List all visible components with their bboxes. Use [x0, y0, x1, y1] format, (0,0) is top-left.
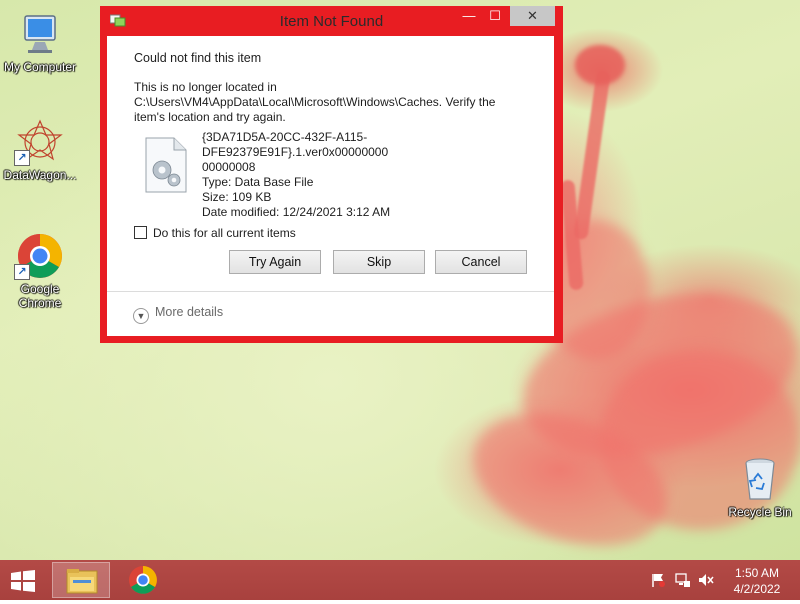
- file-date-modified: Date modified: 12/24/2021 3:12 AM: [202, 205, 391, 219]
- cancel-button[interactable]: Cancel: [435, 250, 527, 274]
- file-name: {3DA71D5A-20CC-432F-A115-DFE92379E91F}.1…: [202, 130, 389, 159]
- taskbar-clock[interactable]: 1:50 AM 4/2/2022: [722, 565, 792, 597]
- maximize-button[interactable]: ☐: [482, 6, 508, 26]
- file-size: Size: 109 KB: [202, 190, 272, 204]
- minimize-button[interactable]: —: [456, 6, 482, 26]
- more-details-label: More details: [155, 305, 224, 319]
- apply-all-checkbox[interactable]: [134, 226, 147, 239]
- dialog-heading: Could not find this item: [134, 51, 262, 65]
- clock-date: 4/2/2022: [733, 582, 781, 596]
- item-not-found-dialog: Item Not Found — ☐ ✕ Could not find this…: [100, 6, 563, 343]
- message-line: C:\Users\VM4\AppData\Local\Microsoft\Win…: [134, 95, 496, 109]
- desktop-icon-my-computer[interactable]: My Computer: [0, 10, 80, 74]
- taskbar-google-chrome[interactable]: [114, 562, 172, 598]
- message-line: This is no longer located in: [134, 80, 277, 94]
- desktop-icon-label: Google Chrome: [18, 282, 62, 310]
- network-icon[interactable]: [675, 572, 691, 588]
- start-button[interactable]: [8, 570, 38, 592]
- dialog-message: This is no longer located in C:\Users\VM…: [134, 80, 534, 125]
- datawagon-app-icon: ↗: [14, 118, 64, 166]
- apply-all-label: Do this for all current items: [153, 226, 296, 240]
- file-info: {3DA71D5A-20CC-432F-A115-DFE92379E91F}.1…: [202, 130, 542, 220]
- volume-muted-icon[interactable]: [698, 572, 714, 588]
- desktop-icon-google-chrome[interactable]: ↗ Google Chrome: [0, 232, 80, 310]
- taskbar: 1:50 AM 4/2/2022: [0, 560, 800, 600]
- computer-icon: [16, 10, 64, 58]
- desktop-icon-recycle-bin[interactable]: Recycle Bin: [720, 455, 800, 519]
- taskbar-file-explorer[interactable]: [52, 562, 110, 598]
- shortcut-arrow-icon: ↗: [14, 150, 30, 166]
- recycle-bin-icon: [736, 455, 784, 503]
- dialog-titlebar[interactable]: Item Not Found — ☐ ✕: [100, 6, 563, 36]
- message-line: item's location and try again.: [134, 110, 286, 124]
- folder-icon: [66, 569, 98, 594]
- action-center-flag-icon[interactable]: [650, 572, 666, 588]
- file-name-continued: 00000008: [202, 160, 256, 174]
- wallpaper-stamen: [573, 69, 611, 241]
- file-type: Type: Data Base File: [202, 175, 314, 189]
- desktop-icon-label: DataWagon...: [3, 168, 77, 182]
- chrome-icon: ↗: [14, 232, 64, 280]
- chevron-down-icon: ▼: [133, 308, 149, 324]
- desktop-icon-label: My Computer: [3, 60, 77, 74]
- shortcut-arrow-icon: ↗: [14, 264, 30, 280]
- desktop-icon-datawagon[interactable]: ↗ DataWagon...: [0, 118, 80, 182]
- close-button[interactable]: ✕: [510, 6, 555, 26]
- data-file-icon: [144, 136, 188, 194]
- clock-time: 1:50 AM: [734, 566, 780, 580]
- separator: [107, 291, 554, 292]
- dialog-content: Could not find this item This is no long…: [107, 36, 554, 336]
- try-again-button[interactable]: Try Again: [229, 250, 321, 274]
- desktop-icon-label: Recycle Bin: [728, 505, 792, 519]
- skip-button[interactable]: Skip: [333, 250, 425, 274]
- apply-all-checkbox-row[interactable]: Do this for all current items: [134, 226, 296, 240]
- chrome-icon: [129, 566, 157, 594]
- more-details-toggle[interactable]: ▼ More details: [133, 305, 223, 324]
- wallpaper-petal: [575, 45, 625, 85]
